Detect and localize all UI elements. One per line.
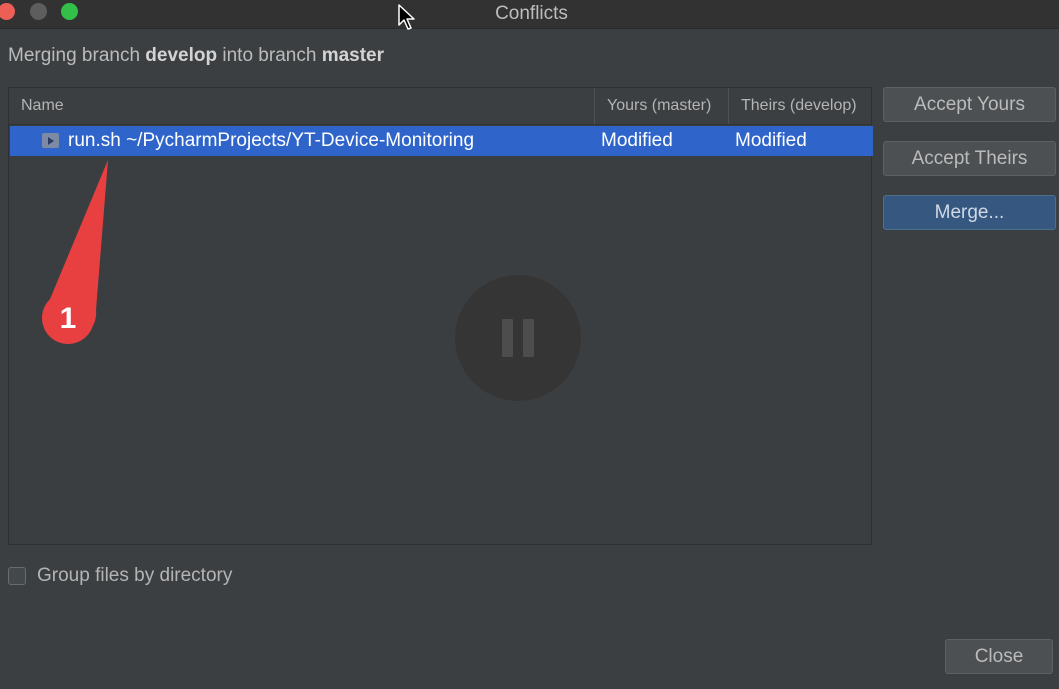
group-files-label[interactable]: Group files by directory (37, 565, 232, 587)
conflicts-dialog: Conflicts Merging branch develop into br… (0, 0, 1059, 689)
pause-bar (523, 319, 534, 357)
annotation-callout-marker: 1 (42, 160, 108, 344)
close-button[interactable]: Close (945, 639, 1053, 674)
merge-button[interactable]: Merge... (883, 195, 1056, 230)
group-files-checkbox[interactable] (8, 567, 26, 585)
theirs-status: Modified (735, 130, 807, 151)
target-branch-name: master (321, 45, 385, 66)
accept-yours-button[interactable]: Accept Yours (883, 87, 1056, 122)
column-divider[interactable] (728, 88, 729, 124)
merge-description: Merging branch develop into branch maste… (8, 45, 384, 67)
column-header-name[interactable]: Name (21, 88, 64, 124)
annotation-number: 1 (60, 302, 77, 335)
pause-bar (502, 319, 513, 357)
yours-status: Modified (601, 130, 673, 151)
pause-overlay-icon (455, 275, 581, 401)
mouse-pointer-icon (398, 4, 415, 30)
column-header-yours[interactable]: Yours (master) (607, 88, 711, 124)
merge-middle-text: into branch (217, 45, 322, 66)
window-title: Conflicts (495, 3, 568, 24)
table-row[interactable]: run.sh ~/PycharmProjects/YT-Device-Monit… (10, 126, 873, 156)
table-header: Name Yours (master) Theirs (develop) (9, 88, 871, 125)
shell-script-icon (42, 133, 59, 148)
conflicts-table[interactable]: Name Yours (master) Theirs (develop) run… (8, 87, 873, 545)
title-bar: Conflicts (0, 0, 1059, 29)
accept-theirs-button[interactable]: Accept Theirs (883, 141, 1056, 176)
column-divider[interactable] (594, 88, 595, 124)
column-header-theirs[interactable]: Theirs (develop) (741, 88, 857, 124)
source-branch-name: develop (145, 45, 218, 66)
merge-prefix-text: Merging branch (8, 45, 146, 66)
file-path: run.sh ~/PycharmProjects/YT-Device-Monit… (68, 130, 475, 151)
